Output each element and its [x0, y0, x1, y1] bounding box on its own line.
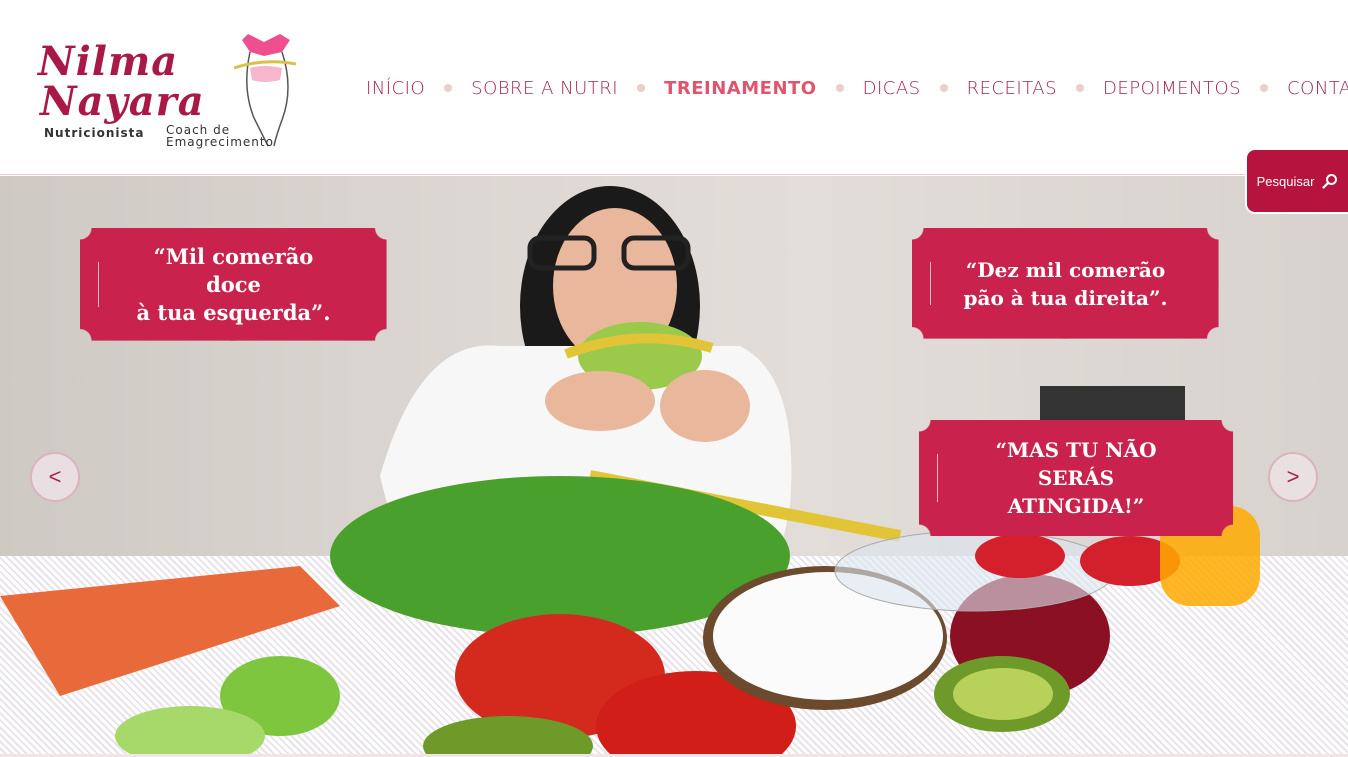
- quote-card-2: “Dez mil comerão pão à tua direita”.: [912, 228, 1219, 339]
- site-header: Nilma Nayara Nutricionista Coach de Emag…: [0, 0, 1348, 175]
- quote3-line1: “MAS TU NÃO: [995, 438, 1157, 462]
- site-logo[interactable]: Nilma Nayara Nutricionista Coach de Emag…: [38, 28, 308, 148]
- nav-item-treinamento[interactable]: TREINAMENTO: [664, 78, 816, 99]
- slider-prev-button[interactable]: <: [30, 452, 80, 502]
- nav-item-inicio[interactable]: INÍCIO: [366, 78, 425, 99]
- quote-card-3: “MAS TU NÃO SERÁS ATINGIDA!”: [919, 420, 1233, 536]
- chevron-left-icon: <: [48, 464, 62, 489]
- nav-item-depoimentos[interactable]: DEPOIMENTOS: [1103, 78, 1241, 99]
- nav-separator-dot: [444, 84, 453, 92]
- nav-separator-dot: [939, 84, 948, 92]
- nav-separator-dot: [1260, 84, 1269, 92]
- logo-wordmark: Nilma Nayara: [38, 42, 205, 122]
- logo-subtitle-coach: Coach de Emagrecimento: [166, 124, 274, 148]
- nav-separator-dot: [637, 84, 646, 92]
- quote2-line2: pão à tua direita”.: [963, 285, 1168, 310]
- quote1-line1: “Mil comerão doce: [153, 243, 314, 297]
- quote2-line1: “Dez mil comerão: [965, 257, 1166, 282]
- nav-item-receitas[interactable]: RECEITAS: [967, 78, 1057, 99]
- search-icon: [1322, 174, 1338, 189]
- slider-next-button[interactable]: >: [1268, 452, 1318, 502]
- nav-item-contato[interactable]: CONTATO: [1287, 78, 1348, 99]
- search-label: Pesquisar: [1256, 173, 1315, 189]
- hero-slider: “Mil comerão doce à tua esquerda”. “Dez …: [0, 176, 1348, 754]
- logo-subtitle-coach-line2: Emagrecimento: [166, 135, 274, 149]
- quote-card-1: “Mil comerão doce à tua esquerda”.: [80, 228, 387, 341]
- main-nav: INÍCIO SOBRE A NUTRI TREINAMENTO DICAS R…: [366, 76, 1348, 100]
- nav-separator-dot: [835, 84, 844, 92]
- chevron-right-icon: >: [1286, 464, 1300, 489]
- search-button[interactable]: Pesquisar: [1245, 148, 1348, 214]
- quote3-line2: SERÁS ATINGIDA!”: [1007, 466, 1145, 518]
- logo-subtitle-nutricionista: Nutricionista: [44, 126, 145, 140]
- logo-name-line2: Nayara: [40, 78, 205, 125]
- nav-separator-dot: [1076, 84, 1085, 92]
- nav-item-sobre-a-nutri[interactable]: SOBRE A NUTRI: [471, 78, 618, 99]
- quote1-line2: à tua esquerda”.: [136, 299, 331, 325]
- nav-item-dicas[interactable]: DICAS: [863, 78, 921, 99]
